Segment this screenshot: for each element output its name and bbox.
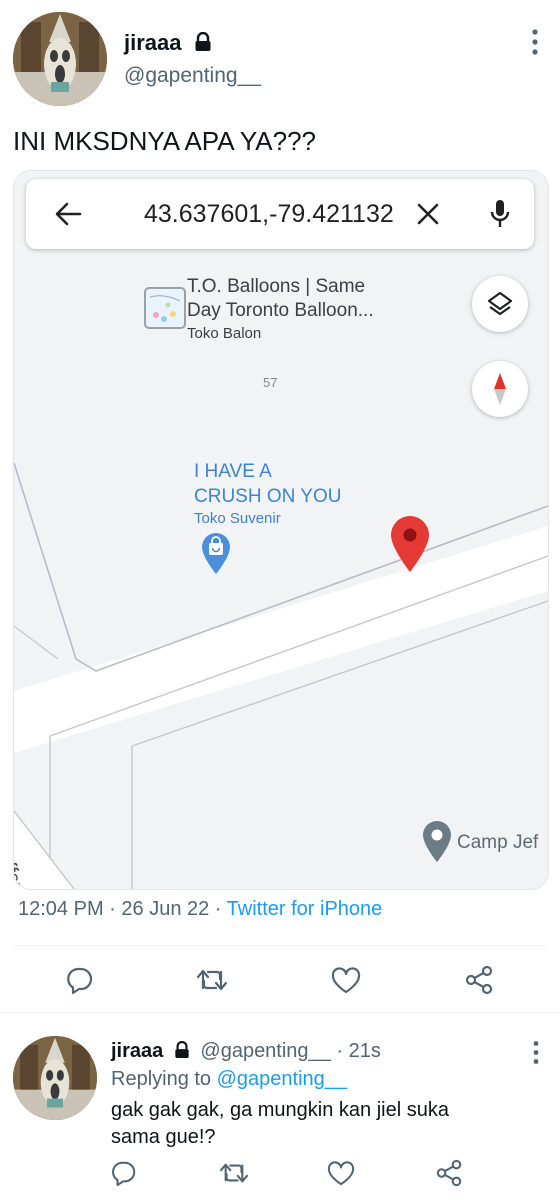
replying-to-label: Replying to [111, 1068, 212, 1090]
replying-to-handle[interactable]: @gapenting__ [217, 1068, 347, 1090]
compass-icon [494, 373, 506, 405]
reply-icon[interactable] [66, 966, 94, 999]
author-name-row[interactable]: jiraaa [124, 30, 212, 57]
close-icon[interactable] [417, 203, 439, 230]
building-number: 57 [263, 375, 278, 390]
back-arrow-icon[interactable] [54, 201, 82, 232]
poi-balloons-category: Toko Balon [187, 325, 262, 342]
shopping-bag-pin-icon[interactable] [200, 531, 232, 580]
reply-separator: · [330, 1040, 349, 1062]
share-icon[interactable] [435, 1159, 463, 1192]
meta-separator: · [209, 898, 227, 920]
compass-button[interactable] [472, 361, 528, 417]
tweet-divider [0, 1012, 560, 1013]
poi-crush-title-2[interactable]: CRUSH ON YOU [194, 484, 341, 509]
place-pin-icon[interactable] [421, 819, 453, 868]
reply-author-name[interactable]: jiraaa [111, 1040, 163, 1062]
reply-author-handle[interactable]: @gapenting__ [200, 1040, 330, 1062]
poi-crush-category: Toko Suvenir [194, 510, 281, 527]
reply-header: jiraaa @gapenting__ · 21s [111, 1040, 381, 1065]
map-search-bar[interactable]: 43.637601,-79.421132 [26, 179, 534, 249]
layers-icon [487, 291, 513, 316]
layers-button[interactable] [472, 276, 528, 332]
poi-crush-title-1[interactable]: I HAVE A [194, 459, 272, 484]
dropped-pin-icon[interactable] [389, 515, 431, 578]
microphone-icon[interactable] [490, 199, 510, 234]
poi-balloons-title-2[interactable]: Day Toronto Balloon... [187, 299, 374, 323]
heart-icon[interactable] [327, 1161, 355, 1191]
poi-camp[interactable]: Camp Jef [457, 832, 538, 854]
meta-separator: · [103, 898, 122, 920]
reply-age: 21s [348, 1040, 381, 1062]
more-vertical-icon[interactable] [530, 1040, 542, 1071]
author-name[interactable]: jiraaa [124, 30, 182, 55]
tweet-source-link[interactable]: Twitter for iPhone [227, 898, 383, 920]
author-handle[interactable]: @gapenting__ [124, 64, 261, 88]
tweet-text: INI MKSDNYA APA YA??? [13, 126, 316, 156]
reply-text-line-1: gak gak gak, ga mungkin kan jiel suka [111, 1099, 449, 1121]
reply-text-line-2: sama gue!? [111, 1126, 216, 1148]
share-icon[interactable] [464, 965, 494, 1000]
retweet-icon[interactable] [219, 1160, 249, 1191]
poi-balloons-title-1[interactable]: T.O. Balloons | Same [187, 275, 365, 299]
replying-to: Replying to @gapenting__ [111, 1068, 347, 1091]
tweet-time: 12:04 PM [18, 898, 104, 920]
reply-author-avatar[interactable] [13, 1036, 97, 1120]
meta-divider [13, 945, 547, 946]
poi-balloons-icon[interactable] [144, 287, 186, 329]
author-avatar[interactable] [13, 12, 107, 106]
tweet-meta: 12:04 PM · 26 Jun 22 · Twitter for iPhon… [18, 898, 382, 921]
lock-icon [174, 1040, 190, 1065]
search-coordinates[interactable]: 43.637601,-79.421132 [144, 200, 394, 229]
reply-icon[interactable] [111, 1160, 137, 1191]
tweet-date: 26 Jun 22 [121, 898, 210, 920]
retweet-icon[interactable] [196, 966, 228, 999]
more-vertical-icon[interactable] [528, 28, 542, 63]
attached-map-image[interactable]: 43.637601,-79.421132 T.O. Balloons | Sam… [13, 170, 549, 890]
heart-icon[interactable] [331, 967, 361, 999]
lock-icon [194, 31, 212, 57]
